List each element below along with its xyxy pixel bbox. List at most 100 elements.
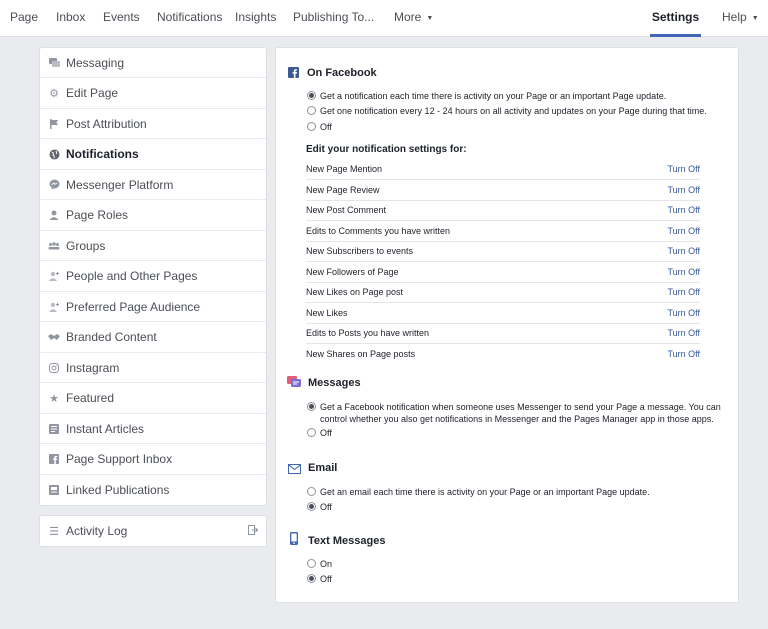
radio-option-email-each-activity[interactable]: Get an email each time there is activity… — [307, 486, 650, 498]
sidebar-item-page-roles[interactable]: Page Roles — [40, 201, 266, 231]
sidebar-item-messaging[interactable]: Messaging — [40, 48, 266, 78]
activity-log-label: Activity Log — [66, 524, 128, 538]
table-row: New Page Review Turn Off — [306, 180, 700, 201]
chat-icon — [48, 57, 60, 69]
radio-button[interactable] — [307, 122, 316, 131]
table-row: New Page Mention Turn Off — [306, 159, 700, 180]
turn-off-link[interactable]: Turn Off — [667, 267, 700, 277]
open-external-icon — [248, 525, 259, 538]
flag-icon — [48, 118, 60, 130]
sidebar-item-label: Messaging — [66, 55, 125, 70]
sidebar-item-edit-page[interactable]: ⚙ Edit Page — [40, 79, 266, 109]
person-plus-icon — [48, 270, 60, 282]
facebook-icon — [48, 453, 60, 465]
turn-off-link[interactable]: Turn Off — [667, 185, 700, 195]
radio-button[interactable] — [307, 91, 316, 100]
sidebar-item-groups[interactable]: Groups — [40, 231, 266, 261]
group-icon — [48, 240, 60, 252]
tab-more-label: More — [394, 10, 422, 24]
table-row: Edits to Comments you have written Turn … — [306, 221, 700, 242]
messenger-icon — [48, 179, 60, 191]
radio-button[interactable] — [307, 428, 316, 437]
row-label: Edits to Comments you have written — [306, 225, 451, 236]
section-title-text-messages: Text Messages — [308, 535, 386, 547]
sidebar-item-label: Groups — [66, 238, 106, 253]
star-icon: ★ — [49, 392, 59, 405]
radio-option-digest[interactable]: Get one notification every 12 - 24 hours… — [307, 105, 707, 117]
turn-off-link[interactable]: Turn Off — [667, 308, 700, 318]
row-label: New Page Mention — [306, 164, 383, 174]
row-label: New Page Review — [306, 184, 380, 195]
sidebar-item-messenger-platform[interactable]: Messenger Platform — [40, 170, 266, 200]
activity-log-button[interactable]: ☰ Activity Log — [39, 515, 267, 547]
radio-label: Off — [320, 428, 332, 438]
sidebar-item-instagram[interactable]: Instagram — [40, 353, 266, 383]
turn-off-link[interactable]: Turn Off — [667, 205, 700, 215]
tab-more[interactable]: More ▼ — [394, 0, 433, 37]
radio-button[interactable] — [307, 487, 316, 496]
row-label: New Shares on Page posts — [306, 348, 416, 359]
tab-notifications[interactable]: Notifications — [157, 0, 222, 37]
radio-button[interactable] — [307, 402, 316, 411]
sidebar-item-label: Page Roles — [66, 208, 129, 222]
globe-icon — [48, 148, 60, 160]
gear-icon: ⚙ — [49, 87, 59, 100]
sidebar-item-page-support-inbox[interactable]: Page Support Inbox — [40, 445, 266, 475]
instagram-icon — [48, 362, 60, 374]
radio-option-text-on[interactable]: On — [307, 558, 332, 570]
tab-help[interactable]: Help ▼ — [722, 0, 759, 37]
settings-sidebar: Messaging ⚙ Edit Page Post Attribution N… — [39, 47, 267, 506]
turn-off-link[interactable]: Turn Off — [667, 287, 700, 297]
caret-down-icon: ▼ — [426, 15, 434, 22]
turn-off-link[interactable]: Turn Off — [667, 226, 700, 236]
radio-option-messages-off[interactable]: Off — [307, 427, 332, 439]
person-plus-icon — [48, 301, 60, 313]
radio-label: Off — [320, 574, 332, 584]
radio-label: Off — [320, 122, 332, 132]
radio-option-text-off[interactable]: Off — [307, 573, 332, 585]
radio-option-email-off[interactable]: Off — [307, 501, 332, 513]
sidebar-item-featured[interactable]: ★ Featured — [40, 384, 266, 414]
radio-button[interactable] — [307, 559, 316, 568]
row-label: New Likes on Page post — [306, 287, 404, 297]
tab-page[interactable]: Page — [10, 0, 38, 37]
tab-insights[interactable]: Insights — [235, 0, 276, 37]
radio-option-messenger-notification[interactable]: Get a Facebook notification when someone… — [307, 401, 732, 425]
sidebar-item-instant-articles[interactable]: Instant Articles — [40, 414, 266, 444]
sidebar-item-branded-content[interactable]: Branded Content — [40, 323, 266, 353]
top-navigation: Page Inbox Events Notifications Insights… — [0, 0, 768, 37]
table-row: New Shares on Page posts Turn Off — [306, 344, 700, 365]
edit-settings-heading: Edit your notification settings for: — [306, 144, 467, 155]
radio-button[interactable] — [307, 106, 316, 115]
turn-off-link[interactable]: Turn Off — [667, 246, 700, 256]
radio-button[interactable] — [307, 502, 316, 511]
sidebar-item-linked-publications[interactable]: Linked Publications — [40, 475, 266, 505]
publication-icon — [48, 484, 60, 496]
sidebar-item-post-attribution[interactable]: Post Attribution — [40, 109, 266, 139]
sidebar-item-label: Preferred Page Audience — [66, 299, 201, 314]
sidebar-item-preferred-page-audience[interactable]: Preferred Page Audience — [40, 292, 266, 322]
tab-settings[interactable]: Settings — [650, 0, 701, 37]
table-row: New Subscribers to events Turn Off — [306, 241, 700, 262]
tab-publishing-tools[interactable]: Publishing To... — [293, 0, 374, 37]
turn-off-link[interactable]: Turn Off — [667, 349, 700, 359]
radio-button[interactable] — [307, 574, 316, 583]
list-icon: ☰ — [49, 525, 59, 538]
sidebar-item-label: Page Support Inbox — [66, 452, 173, 466]
caret-down-icon: ▼ — [751, 15, 759, 22]
sidebar-item-people-and-other-pages[interactable]: People and Other Pages — [40, 262, 266, 292]
turn-off-link[interactable]: Turn Off — [667, 164, 700, 174]
row-label: New Followers of Page — [306, 266, 399, 277]
sidebar-item-label: Instagram — [66, 360, 120, 375]
radio-option-each-activity[interactable]: Get a notification each time there is ac… — [307, 90, 666, 102]
row-label: New Subscribers to events — [306, 246, 414, 256]
turn-off-link[interactable]: Turn Off — [667, 328, 700, 338]
radio-label: Get a Facebook notification when someone… — [320, 402, 721, 424]
radio-label: Get one notification every 12 - 24 hours… — [320, 106, 707, 116]
radio-option-off[interactable]: Off — [307, 121, 332, 133]
tab-inbox[interactable]: Inbox — [56, 0, 85, 37]
sidebar-item-label: Linked Publications — [66, 483, 170, 497]
notification-settings-panel: On Facebook Get a notification each time… — [275, 47, 739, 603]
sidebar-item-notifications[interactable]: Notifications — [40, 140, 266, 170]
tab-events[interactable]: Events — [103, 0, 140, 37]
